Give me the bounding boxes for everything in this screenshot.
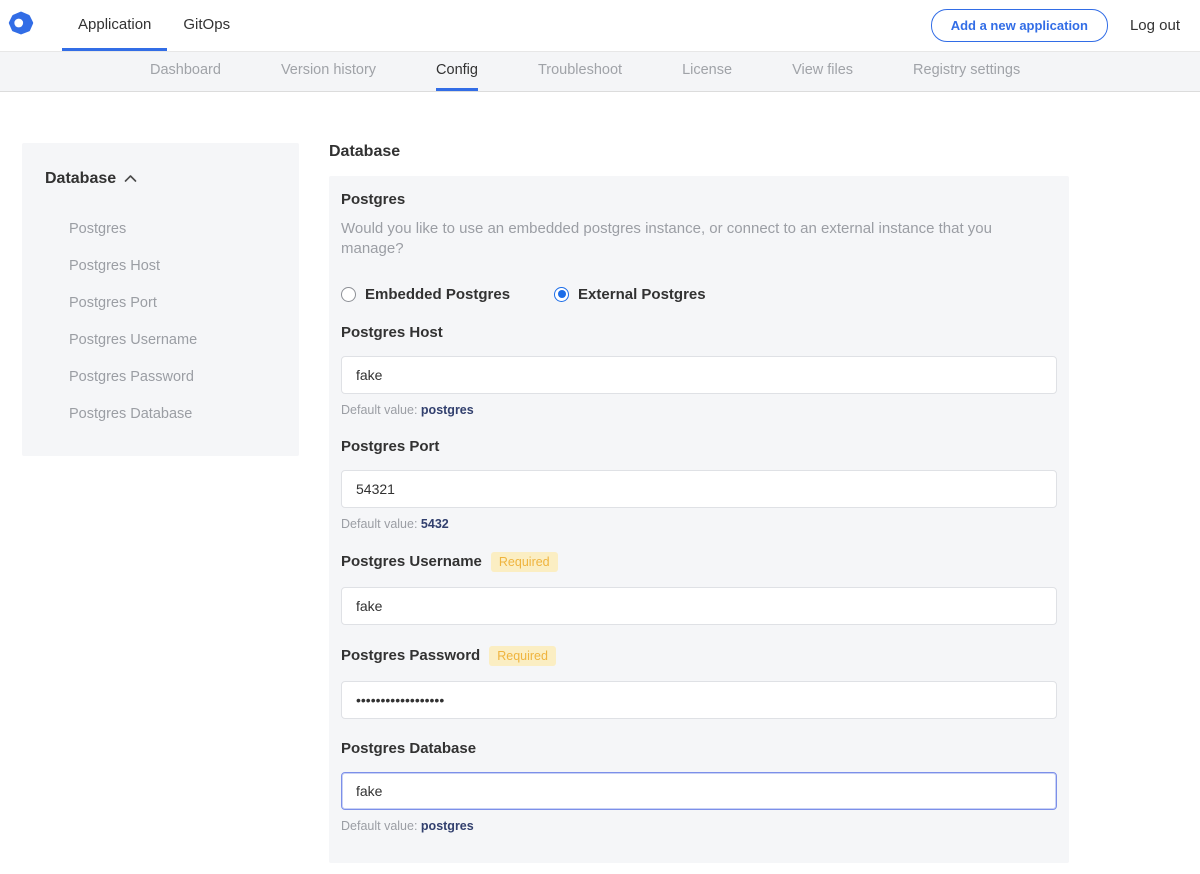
postgres-password-label: Postgres Password: [341, 647, 480, 664]
sidebar-item-postgres[interactable]: Postgres: [69, 210, 279, 247]
radio-external-postgres-label: External Postgres: [578, 286, 706, 303]
config-main: Database Postgres Would you like to use …: [329, 143, 1069, 874]
radio-unchecked-icon: [341, 287, 356, 302]
sidebar-item-postgres-username[interactable]: Postgres Username: [69, 321, 279, 358]
postgres-host-label: Postgres Host: [341, 324, 443, 341]
radio-external-postgres[interactable]: External Postgres: [554, 286, 706, 303]
page-title: Database: [329, 143, 1069, 161]
radio-embedded-postgres-label: Embedded Postgres: [365, 286, 510, 303]
postgres-username-input[interactable]: [341, 587, 1057, 625]
default-prefix: Default value:: [341, 517, 417, 531]
app-sub-nav: Dashboard Version history Config Trouble…: [0, 52, 1200, 92]
postgres-database-default-hint: Default value: postgres: [341, 819, 1057, 833]
postgres-username-label-row: Postgres Username Required: [341, 552, 1057, 572]
subtab-registry-settings-label: Registry settings: [913, 62, 1020, 78]
default-prefix: Default value:: [341, 403, 417, 417]
default-value: postgres: [421, 403, 474, 417]
logout-link[interactable]: Log out: [1130, 17, 1180, 34]
top-nav-right: Add a new application Log out: [931, 0, 1180, 51]
default-value: 5432: [421, 517, 449, 531]
postgres-password-input[interactable]: [341, 681, 1057, 719]
default-value: postgres: [421, 819, 474, 833]
tab-gitops[interactable]: GitOps: [167, 0, 246, 51]
sidebar-group-database[interactable]: Database: [45, 170, 279, 188]
app-logo[interactable]: [8, 0, 34, 51]
postgres-group-label: Postgres: [341, 191, 1057, 208]
subtab-troubleshoot[interactable]: Troubleshoot: [538, 52, 622, 91]
subtab-troubleshoot-label: Troubleshoot: [538, 62, 622, 78]
config-sidebar: Database Postgres Postgres Host Postgres…: [22, 143, 299, 456]
subtab-view-files[interactable]: View files: [792, 52, 853, 91]
sidebar-item-postgres-host[interactable]: Postgres Host: [69, 247, 279, 284]
add-new-application-button[interactable]: Add a new application: [931, 9, 1108, 42]
subtab-version-history-label: Version history: [281, 62, 376, 78]
subtab-config[interactable]: Config: [436, 52, 478, 91]
tab-gitops-label: GitOps: [183, 16, 230, 33]
default-prefix: Default value:: [341, 819, 417, 833]
subtab-config-label: Config: [436, 62, 478, 78]
sidebar-item-postgres-port[interactable]: Postgres Port: [69, 284, 279, 321]
database-config-panel: Postgres Would you like to use an embedd…: [329, 176, 1069, 863]
sidebar-item-postgres-database[interactable]: Postgres Database: [69, 395, 279, 432]
chevron-up-icon: [124, 170, 137, 188]
postgres-username-label: Postgres Username: [341, 553, 482, 570]
top-nav: Application GitOps Add a new application…: [0, 0, 1200, 52]
top-tabs: Application GitOps: [62, 0, 246, 51]
postgres-port-label: Postgres Port: [341, 438, 439, 455]
sidebar-item-list: Postgres Postgres Host Postgres Port Pos…: [45, 210, 279, 432]
config-page: Database Postgres Postgres Host Postgres…: [0, 92, 1200, 874]
postgres-group-help: Would you like to use an embedded postgr…: [341, 219, 1057, 260]
subtab-license[interactable]: License: [682, 52, 732, 91]
subtab-version-history[interactable]: Version history: [281, 52, 376, 91]
radio-checked-icon: [554, 287, 569, 302]
kots-logo-icon: [8, 10, 34, 41]
postgres-database-label-row: Postgres Database: [341, 740, 1057, 757]
sidebar-item-postgres-password[interactable]: Postgres Password: [69, 358, 279, 395]
postgres-host-default-hint: Default value: postgres: [341, 403, 1057, 417]
postgres-database-label: Postgres Database: [341, 740, 476, 757]
subtab-license-label: License: [682, 62, 732, 78]
postgres-port-label-row: Postgres Port: [341, 438, 1057, 455]
postgres-host-label-row: Postgres Host: [341, 324, 1057, 341]
subtab-dashboard[interactable]: Dashboard: [150, 52, 221, 91]
tab-application[interactable]: Application: [62, 0, 167, 51]
radio-embedded-postgres[interactable]: Embedded Postgres: [341, 286, 510, 303]
postgres-port-default-hint: Default value: 5432: [341, 517, 1057, 531]
postgres-mode-radio-group: Embedded Postgres External Postgres: [341, 286, 1057, 303]
subtab-dashboard-label: Dashboard: [150, 62, 221, 78]
subtab-view-files-label: View files: [792, 62, 853, 78]
subtab-registry-settings[interactable]: Registry settings: [913, 52, 1020, 91]
postgres-host-input[interactable]: [341, 356, 1057, 394]
tab-application-label: Application: [78, 16, 151, 33]
postgres-database-input[interactable]: [341, 772, 1057, 810]
sidebar-group-title-label: Database: [45, 170, 116, 188]
postgres-password-label-row: Postgres Password Required: [341, 646, 1057, 666]
postgres-port-input[interactable]: [341, 470, 1057, 508]
required-badge: Required: [491, 552, 558, 572]
required-badge: Required: [489, 646, 556, 666]
